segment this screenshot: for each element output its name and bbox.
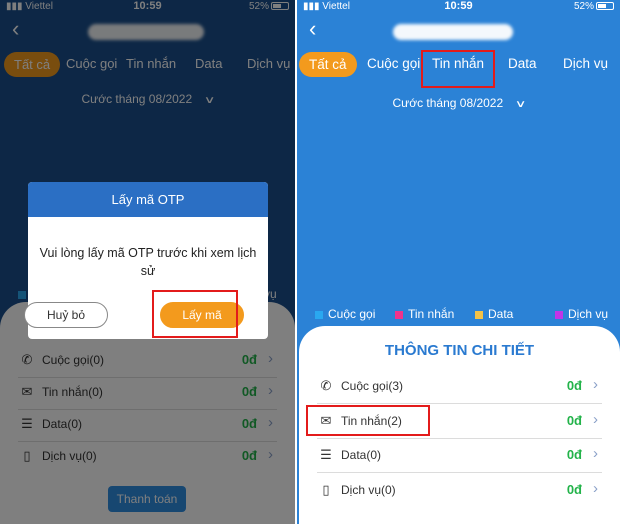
chevron-right-icon: ›: [593, 480, 598, 497]
chevron-right-icon: ›: [593, 376, 598, 393]
clock: 10:59: [444, 0, 473, 12]
row-calls[interactable]: ✆ Cuộc gọi(3) 0đ ›: [317, 370, 602, 404]
cancel-button[interactable]: Huỷ bỏ: [24, 302, 108, 328]
legend-item-calls: Cuộc gọi: [315, 307, 375, 321]
row-messages[interactable]: ✉ Tin nhắn(2) 0đ ›: [317, 405, 602, 439]
tab-all[interactable]: Tất cả: [299, 52, 357, 77]
tab-calls[interactable]: Cuộc gọi: [367, 56, 420, 71]
tab-messages[interactable]: Tin nhắn: [432, 56, 484, 71]
battery-indicator: 52%: [574, 1, 614, 12]
legend-item-messages: Tin nhắn: [395, 307, 454, 321]
data-swatch: [475, 310, 483, 319]
dialog-title: Lấy mã OTP: [28, 182, 268, 217]
tab-services[interactable]: Dịch vụ: [563, 56, 608, 71]
detail-title: THÔNG TIN CHI TIẾT: [384, 342, 535, 359]
legend-item-data: Data: [475, 307, 513, 321]
dialog-message: Vui lòng lấy mã OTP trước khi xem lịch s…: [39, 246, 257, 278]
tab-data[interactable]: Data: [508, 56, 537, 71]
messages-swatch: [395, 310, 403, 319]
detail-card: THÔNG TIN CHI TIẾT ✆ Cuộc gọi(3) 0đ › ✉ …: [299, 326, 620, 524]
services-swatch: [555, 310, 563, 319]
legend-item-services: Dịch vụ: [555, 307, 608, 321]
status-bar: ▮▮▮ Viettel 10:59 52%: [297, 0, 620, 14]
chevron-right-icon: ›: [593, 445, 598, 462]
phone-icon: ✆: [320, 378, 332, 393]
row-data[interactable]: ☰ Data(0) 0đ ›: [317, 439, 602, 473]
period-selector[interactable]: Cước tháng 08/2022 ∨: [297, 96, 620, 110]
left-screen: ▮▮▮ Viettel 10:59 52% ‹ Tất cả Cuộc gọi …: [0, 0, 295, 524]
chevron-down-icon: ∨: [514, 99, 527, 110]
book-icon: ▯: [322, 482, 330, 497]
row-services[interactable]: ▯ Dịch vụ(0) 0đ ›: [317, 474, 602, 508]
period-label: Cước tháng 08/2022: [392, 96, 504, 110]
right-screen: ▮▮▮ Viettel 10:59 52% ‹ Tất cả Cuộc gọi …: [297, 0, 620, 524]
back-icon[interactable]: ‹: [309, 18, 316, 40]
mail-icon: ✉: [320, 413, 332, 428]
tab-bar: Tất cả Cuộc gọi Tin nhắn Data Dịch vụ: [297, 48, 620, 86]
header: ‹: [297, 14, 620, 48]
get-otp-button[interactable]: Lấy mã: [160, 302, 244, 328]
database-icon: ☰: [320, 447, 332, 462]
calls-swatch: [315, 310, 323, 319]
redacted-title: [393, 24, 513, 40]
chevron-right-icon: ›: [593, 411, 598, 428]
